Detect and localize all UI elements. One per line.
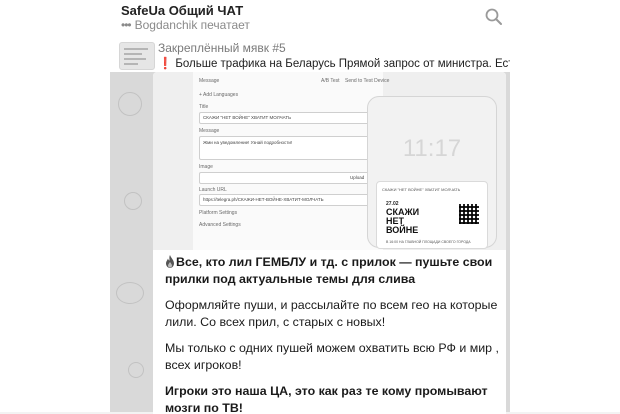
upload-label: Upload <box>350 175 365 180</box>
message-value: Жми на уведомление! Узнай подробности! <box>203 140 293 145</box>
poster-note: В 16:00 НА ГЛАВНОЙ ПЛОЩАДИ СВОЕГО ГОРОДА <box>386 240 471 244</box>
form-link-ab: A/B Test <box>321 78 340 84</box>
launch-field: https://telegra.ph/СКАЖИ-НЕТ-ВОЙНЕ-ХВАТИ… <box>199 194 377 206</box>
message-paragraph: Все, кто лил ГЕМБЛУ и тд. с прилок — пуш… <box>165 254 501 288</box>
poster-word: ВОЙНЕ <box>386 225 419 235</box>
qr-code-icon <box>459 204 479 224</box>
launch-label: Launch URL <box>199 187 227 193</box>
chat-title[interactable]: SafeUa Общий ЧАТ <box>121 3 243 18</box>
left-margin <box>0 38 110 412</box>
title-value: СКАЖИ "НЕТ ВОЙНЕ" ХВАТИТ МОЛЧАТЬ <box>203 115 292 120</box>
platform-settings: Platform Settings <box>199 210 238 216</box>
image-label: Image <box>199 164 213 170</box>
message-paragraph: Игроки это наша ЦА, это как раз те кому … <box>165 384 488 414</box>
title-field: СКАЖИ "НЕТ ВОЙНЕ" ХВАТИТ МОЛЧАТЬ <box>199 112 377 124</box>
typing-dots-icon: ••• <box>121 18 132 32</box>
notification-text: СКАЖИ "НЕТ ВОЙНЕ" ХВАТИТ МОЛЧАТЬ <box>382 187 461 192</box>
title-label: Title <box>199 104 209 110</box>
pinned-preview: Больше трафика на Беларусь Прямой запрос… <box>175 58 510 70</box>
phone-time: 11:17 <box>402 135 462 162</box>
advanced-settings: Advanced Settings <box>199 222 241 228</box>
paragraph-1-text: Все, кто лил ГЕМБЛУ и тд. с прилок — пуш… <box>165 255 493 286</box>
add-languages: + Add Languages <box>199 92 239 98</box>
image-field: Upload <box>199 172 377 184</box>
exclamation-icon: ❗ <box>158 58 173 70</box>
right-margin <box>510 38 620 412</box>
message-image[interactable]: Message A/B Test Send to Test Device + A… <box>153 72 506 250</box>
fire-icon <box>166 255 174 268</box>
message-paragraph: Мы только с одних пушей можем охватить в… <box>165 341 499 372</box>
pinned-title: Закреплённый мявк #5 <box>158 41 286 55</box>
message-text: Все, кто лил ГЕМБЛУ и тд. с прилок — пуш… <box>165 254 501 414</box>
poster: 27.02 СКАЖИ НЕТ ВОЙНЕ В 16:00 НА ГЛАВНОЙ… <box>382 200 471 244</box>
form-link-test: Send to Test Device <box>345 78 390 84</box>
search-icon[interactable] <box>484 7 504 27</box>
chat-header: SafeUa Общий ЧАТ ••• Bogdanchik печатает <box>0 0 620 39</box>
message-field: Жми на уведомление! Узнай подробности! <box>199 136 377 160</box>
message-label: Message <box>199 128 220 134</box>
pinned-thumbnail <box>119 42 155 70</box>
pinned-text: ❗ Больше трафика на Беларусь Прямой запро… <box>158 56 510 70</box>
notification-card: СКАЖИ "НЕТ ВОЙНЕ" ХВАТИТ МОЛЧАТЬ 27.02 С… <box>376 181 488 249</box>
message-paragraph: Оформляйте пуши, и рассылайте по всем ге… <box>165 298 498 329</box>
typing-user-text: Bogdanchik печатает <box>134 18 250 32</box>
typing-status: ••• Bogdanchik печатает <box>121 18 250 32</box>
message-bubble[interactable]: Message A/B Test Send to Test Device + A… <box>153 72 506 414</box>
launch-value: https://telegra.ph/СКАЖИ-НЕТ-ВОЙНЕ-ХВАТИ… <box>203 197 324 202</box>
push-form-screenshot: Message A/B Test Send to Test Device + A… <box>193 72 389 250</box>
pinned-message-bar[interactable]: Закреплённый мявк #5 ❗ Больше трафика на … <box>110 38 510 73</box>
form-header: Message <box>199 78 220 84</box>
phone-preview: 11:17 СКАЖИ "НЕТ ВОЙНЕ" ХВАТИТ МОЛЧАТЬ 2… <box>367 96 497 249</box>
